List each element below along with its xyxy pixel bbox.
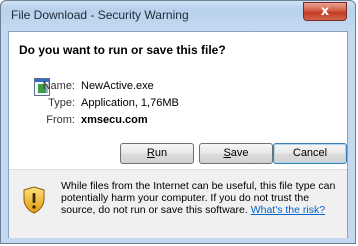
window-title: File Download - Security Warning bbox=[11, 8, 189, 22]
risk-link[interactable]: What's the risk? bbox=[251, 204, 325, 216]
save-label-rest: ave bbox=[230, 147, 249, 159]
close-icon: x bbox=[320, 4, 330, 19]
warning-message: While files from the Internet can be use… bbox=[61, 180, 343, 216]
type-label: Type: bbox=[48, 97, 75, 109]
dialog-content: Do you want to run or save this file? Na… bbox=[8, 31, 348, 238]
file-type-value: Application, 1,76MB bbox=[81, 97, 179, 109]
download-dialog-window: File Download - Security Warning x Do yo… bbox=[0, 0, 356, 244]
run-label-rest: un bbox=[154, 147, 168, 159]
cancel-label: Cancel bbox=[292, 147, 328, 159]
close-button[interactable]: x bbox=[303, 2, 347, 21]
run-accelerator: R bbox=[146, 147, 155, 159]
title-bar[interactable]: File Download - Security Warning x bbox=[1, 1, 357, 31]
file-source-value: xmsecu.com bbox=[81, 114, 148, 126]
save-button[interactable]: Save bbox=[199, 143, 273, 164]
shield-warning-icon bbox=[23, 186, 45, 214]
cancel-button[interactable]: Cancel bbox=[273, 143, 347, 164]
save-accelerator: S bbox=[223, 147, 231, 159]
warning-panel: While files from the Internet can be use… bbox=[9, 169, 347, 238]
run-button[interactable]: Run bbox=[120, 143, 194, 164]
from-label: From: bbox=[46, 114, 75, 126]
name-label: Name: bbox=[42, 80, 75, 92]
dialog-heading: Do you want to run or save this file? bbox=[19, 43, 226, 57]
file-name-value: NewActive.exe bbox=[81, 80, 154, 92]
